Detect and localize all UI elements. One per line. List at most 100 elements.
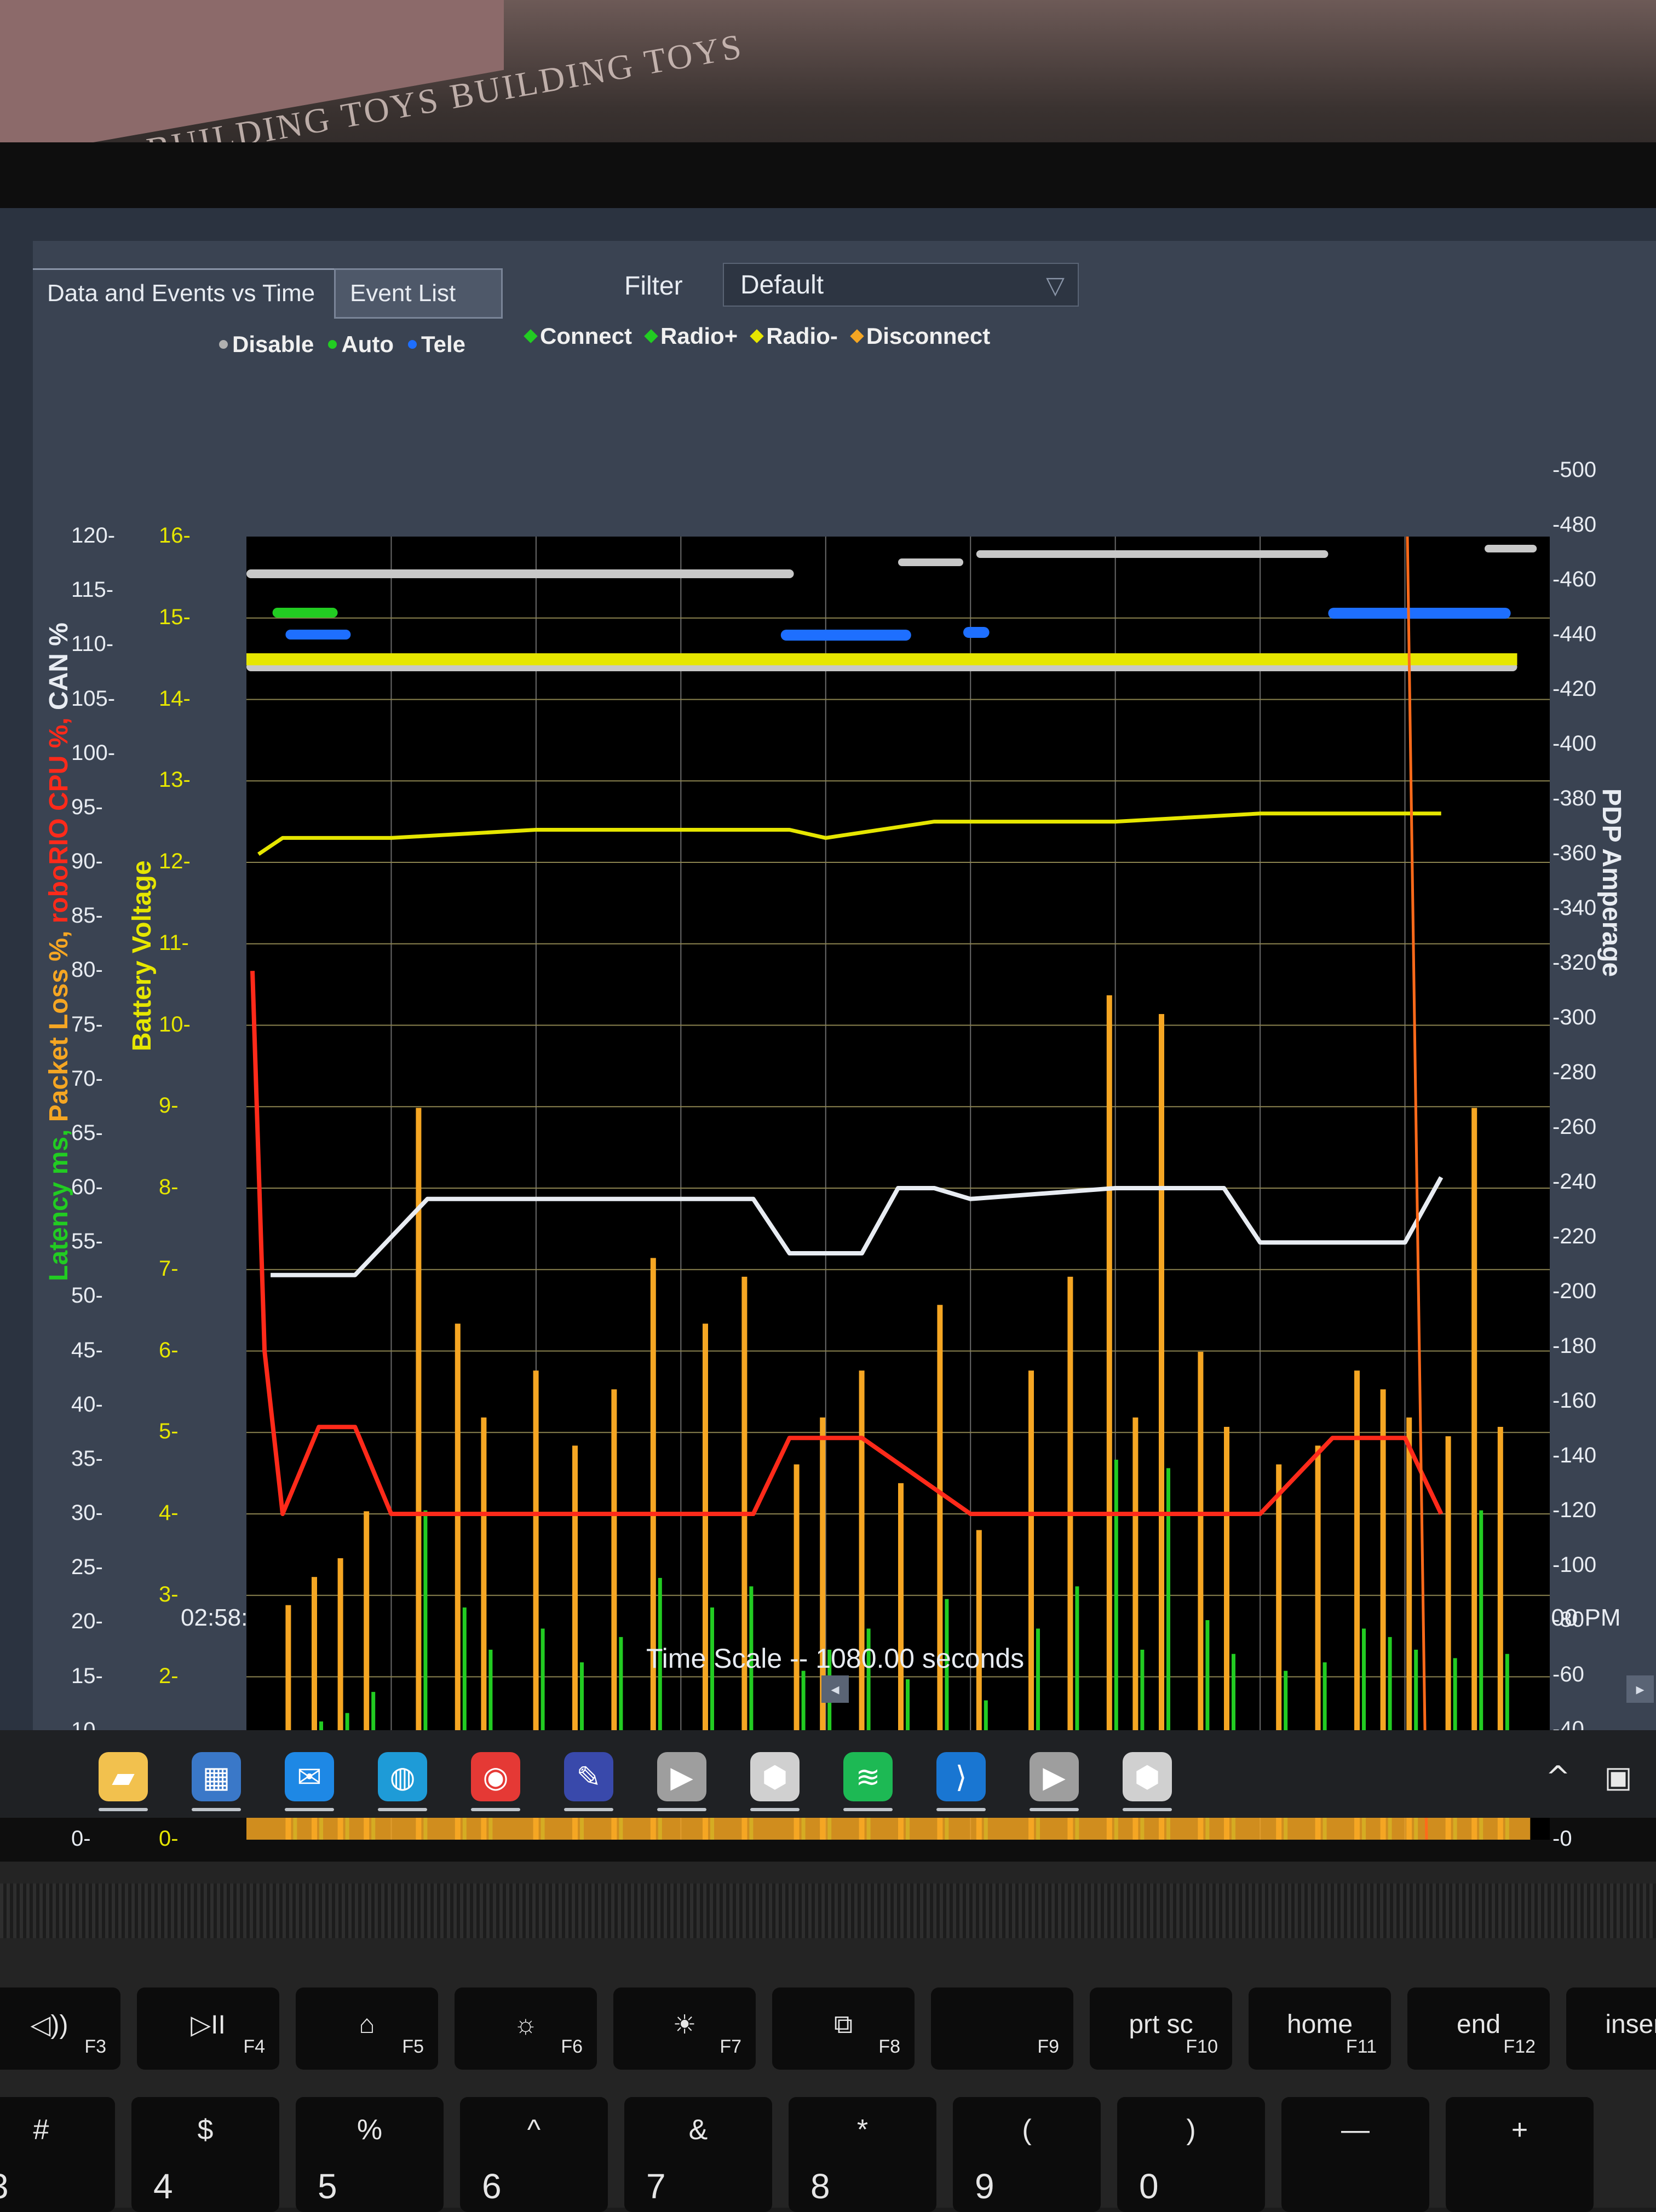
percent-tick-label: 85-	[71, 903, 103, 928]
right-axis-title: PDP Amperage	[1597, 788, 1626, 977]
key-upper-symbol: —	[1341, 2114, 1370, 2146]
amperage-tick-label: -100	[1553, 1553, 1597, 1577]
key-f12[interactable]: end F12	[1407, 1988, 1550, 2070]
key-upper-symbol: %	[357, 2114, 383, 2146]
key-fn-label: F10	[1186, 2036, 1218, 2057]
voltage-tick-label: 11-	[159, 930, 189, 955]
tray-chevron-up-icon[interactable]: ^	[1533, 1752, 1583, 1801]
file-explorer-icon[interactable]: ▰	[99, 1752, 148, 1801]
amperage-tick-label: -500	[1553, 458, 1597, 482]
key-number-3[interactable]: ^ 6	[460, 2097, 608, 2212]
key-f3[interactable]: ◁)) F3	[0, 1988, 120, 2070]
key-number-5[interactable]: * 8	[789, 2097, 936, 2212]
voltage-tick-label: 5-	[159, 1419, 179, 1444]
legend-auto: Auto	[328, 331, 394, 358]
spotify-icon[interactable]: ≋	[843, 1752, 893, 1801]
mail-icon[interactable]: ✉	[285, 1752, 334, 1801]
percent-tick-label: 65-	[71, 1120, 103, 1145]
mode-indicator-bar	[963, 627, 990, 638]
amperage-tick-label: -340	[1553, 896, 1597, 920]
key-f9[interactable]: F9	[931, 1988, 1073, 2070]
mode-legend: Disable Auto Tele	[219, 331, 465, 358]
amperage-tick-label: -180	[1553, 1334, 1597, 1358]
dashboard-icon[interactable]: ▶	[1030, 1752, 1079, 1801]
key-upper-symbol: ^	[527, 2114, 541, 2146]
key-insert[interactable]: insert	[1566, 1988, 1656, 2070]
percent-tick-label: 55-	[71, 1229, 103, 1254]
voltage-tick-label: 12-	[159, 849, 191, 873]
percent-tick-label: 35-	[71, 1446, 103, 1471]
pen-app-icon[interactable]: ✎	[564, 1752, 613, 1801]
key-legend: ☼	[514, 2010, 538, 2039]
vscode-icon[interactable]: ⟩	[936, 1752, 986, 1801]
mode-indicator-bar	[780, 630, 911, 641]
amperage-tick-label: -260	[1553, 1115, 1597, 1139]
voltage-tick-label: 10-	[159, 1012, 191, 1036]
taskbar-running-indicator	[936, 1808, 986, 1811]
key-legend: insert	[1605, 2010, 1656, 2039]
key-number-8[interactable]: —	[1281, 2097, 1429, 2212]
key-number-2[interactable]: % 5	[296, 2097, 444, 2212]
tele-dot-icon	[408, 340, 417, 349]
taskbar-running-indicator	[1123, 1808, 1172, 1811]
java-tool-icon-2[interactable]: ⬢	[1123, 1752, 1172, 1801]
scroll-left-button[interactable]: ◂	[821, 1675, 849, 1703]
key-lower-symbol: 3	[0, 2166, 9, 2207]
key-f5[interactable]: ⌂ F5	[296, 1988, 438, 2070]
amperage-tick-label: -140	[1553, 1443, 1597, 1467]
percent-tick-label: 90-	[71, 849, 103, 873]
key-lower-symbol: 9	[975, 2167, 994, 2206]
percent-tick-label: 80-	[71, 958, 103, 982]
key-number-6[interactable]: (9	[953, 2097, 1101, 2212]
mode-indicator-bar	[259, 569, 794, 578]
key-f8[interactable]: ⧉ F8	[772, 1988, 915, 2070]
scroll-right-button[interactable]: ▸	[1626, 1675, 1654, 1703]
key-number-4[interactable]: & 7	[624, 2097, 772, 2212]
key-f6[interactable]: ☼ F6	[455, 1988, 597, 2070]
taskbar	[0, 1730, 1656, 1818]
left-axis-title: Latency ms, Packet Loss %, roboRIO CPU %…	[44, 623, 74, 1281]
amperage-tick-label: -480	[1553, 512, 1597, 537]
key-number-7[interactable]: ) 0	[1117, 2097, 1265, 2212]
key-f11[interactable]: home F11	[1249, 1988, 1391, 2070]
filter-label: Filter	[624, 272, 683, 301]
percent-tick-label: 25-	[71, 1555, 103, 1580]
tab-data-and-events-vs-time[interactable]: Data and Events vs Time	[33, 268, 346, 317]
mode-indicator-bar	[898, 558, 963, 566]
filter-dropdown[interactable]: Default ▽	[723, 263, 1079, 307]
voltage-tick-label: 2-	[159, 1663, 179, 1688]
axis-title-can: CAN %	[44, 623, 73, 711]
key-upper-symbol: #	[33, 2114, 49, 2146]
key-f7[interactable]: ☀ F7	[613, 1988, 756, 2070]
key-fn-label: F7	[720, 2036, 741, 2057]
key-lower-symbol: 0	[1139, 2167, 1159, 2206]
driver-station-icon[interactable]: ▶	[657, 1752, 706, 1801]
tab-event-list[interactable]: Event List	[334, 268, 503, 319]
taskbar-running-indicator	[657, 1808, 706, 1811]
key-legend: end	[1456, 2010, 1501, 2039]
microsoft-store-icon[interactable]: ▦	[192, 1752, 241, 1801]
key-lower-symbol: 7	[646, 2167, 666, 2206]
key-number-0[interactable]: #3	[0, 2097, 115, 2212]
key-number-1[interactable]: $4	[131, 2097, 279, 2212]
amperage-tick-label: -160	[1553, 1389, 1597, 1413]
key-f10[interactable]: prt sc F10	[1090, 1988, 1232, 2070]
event-legend: Connect Radio+ Radio- Disconnect	[524, 323, 990, 349]
mode-indicator-bar	[976, 550, 1329, 558]
key-fn-label: F5	[402, 2036, 424, 2057]
percent-tick-label: 30-	[71, 1501, 103, 1525]
voltage-tick-label: 6-	[159, 1338, 179, 1362]
edge-icon[interactable]: ◍	[378, 1752, 427, 1801]
axis-title-cpu: roboRIO CPU %,	[44, 710, 73, 924]
packet-loss-spike	[1159, 1014, 1164, 1840]
key-number-9[interactable]: +	[1446, 2097, 1594, 2212]
voltage-tick-label: 3-	[159, 1582, 179, 1606]
packet-loss-spike	[1106, 995, 1112, 1840]
tray-device-icon[interactable]: ▣	[1594, 1752, 1643, 1801]
chrome-icon[interactable]: ◉	[471, 1752, 520, 1801]
taskbar-running-indicator	[564, 1808, 613, 1811]
key-f4[interactable]: ▷II F4	[137, 1988, 279, 2070]
amperage-tick-label: -280	[1553, 1060, 1597, 1084]
java-tool-icon[interactable]: ⬢	[750, 1752, 800, 1801]
key-fn-label: F3	[84, 2036, 106, 2057]
